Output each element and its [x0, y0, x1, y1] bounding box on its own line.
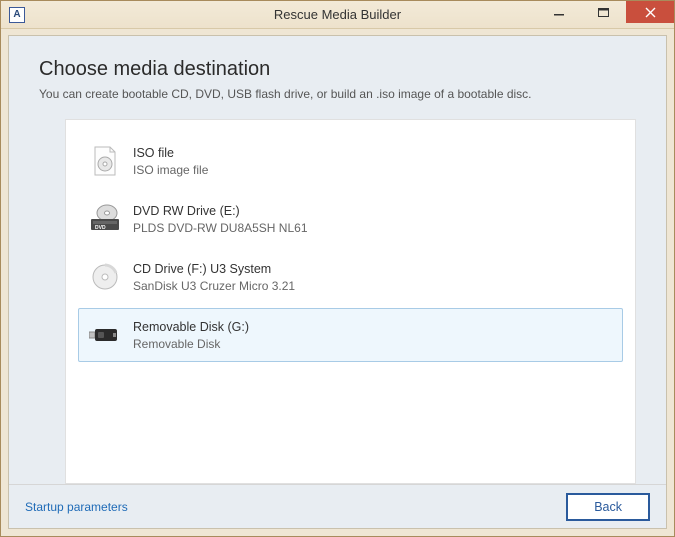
- destination-cd[interactable]: CD Drive (F:) U3 System SanDisk U3 Cruze…: [78, 250, 623, 304]
- destination-title: CD Drive (F:) U3 System: [133, 262, 295, 276]
- destination-title: ISO file: [133, 146, 208, 160]
- minimize-button[interactable]: [536, 1, 581, 23]
- destination-dvd[interactable]: DVD DVD RW Drive (E:) PLDS DVD-RW DU8A5S…: [78, 192, 623, 246]
- destination-subtitle: ISO image file: [133, 163, 208, 177]
- usb-drive-icon: [89, 319, 121, 351]
- back-button[interactable]: Back: [566, 493, 650, 521]
- page-subtitle: You can create bootable CD, DVD, USB fla…: [39, 87, 636, 101]
- iso-file-icon: [89, 145, 121, 177]
- destination-title: Removable Disk (G:): [133, 320, 249, 334]
- destination-usb[interactable]: Removable Disk (G:) Removable Disk: [78, 308, 623, 362]
- page-title: Choose media destination: [39, 58, 636, 81]
- destination-subtitle: SanDisk U3 Cruzer Micro 3.21: [133, 279, 295, 293]
- cd-drive-icon: [89, 261, 121, 293]
- window-controls: [536, 1, 674, 28]
- destination-iso[interactable]: ISO file ISO image file: [78, 134, 623, 188]
- footer: Startup parameters Back: [9, 484, 666, 528]
- client-area: Choose media destination You can create …: [8, 35, 667, 529]
- destination-text: DVD RW Drive (E:) PLDS DVD-RW DU8A5SH NL…: [133, 204, 308, 235]
- startup-parameters-link[interactable]: Startup parameters: [25, 500, 128, 514]
- titlebar[interactable]: A Rescue Media Builder: [1, 1, 674, 29]
- svg-text:DVD: DVD: [95, 225, 106, 231]
- destination-panel: ISO file ISO image file DVD DVD RW Drive…: [65, 119, 636, 484]
- destination-text: CD Drive (F:) U3 System SanDisk U3 Cruze…: [133, 262, 295, 293]
- close-button[interactable]: [626, 1, 674, 23]
- destination-text: Removable Disk (G:) Removable Disk: [133, 320, 249, 351]
- destination-subtitle: Removable Disk: [133, 337, 249, 351]
- destination-title: DVD RW Drive (E:): [133, 204, 308, 218]
- app-window: A Rescue Media Builder Choose media dest…: [0, 0, 675, 537]
- page-header: Choose media destination You can create …: [9, 36, 666, 111]
- app-icon: A: [9, 7, 25, 23]
- destination-text: ISO file ISO image file: [133, 146, 208, 177]
- dvd-drive-icon: DVD: [89, 203, 121, 235]
- destination-subtitle: PLDS DVD-RW DU8A5SH NL61: [133, 221, 308, 235]
- maximize-button[interactable]: [581, 1, 626, 23]
